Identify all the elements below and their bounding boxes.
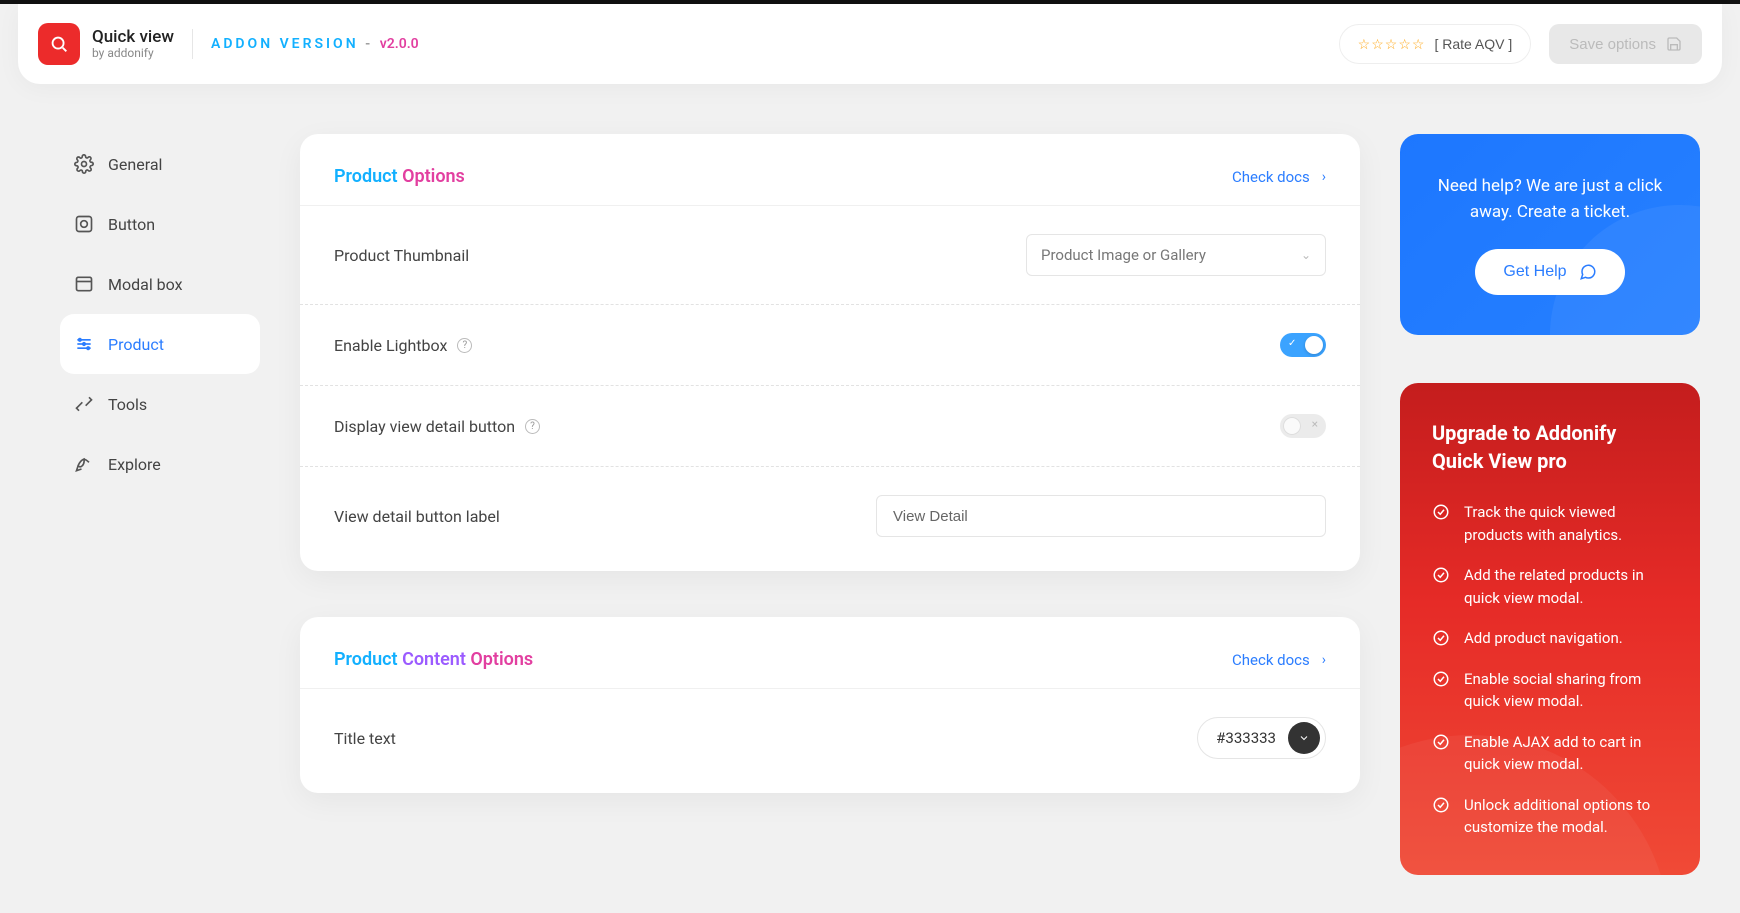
check-icon: [1432, 503, 1450, 521]
upgrade-card: Upgrade to Addonify Quick View pro Track…: [1400, 383, 1700, 875]
addon-version: ADDON VERSION - v2.0.0: [211, 36, 419, 52]
help-text: Need help? We are just a click away. Cre…: [1436, 174, 1664, 225]
chat-icon: [1579, 263, 1597, 281]
chevron-right-icon: ›: [1322, 169, 1326, 185]
title-color-picker[interactable]: #333333: [1197, 717, 1326, 759]
upgrade-item: Add the related products in quick view m…: [1432, 564, 1668, 609]
sidebar-item-button[interactable]: Button: [60, 194, 260, 254]
top-bar: Quick view by addonify ADDON VERSION - v…: [18, 4, 1722, 84]
detail-input-label: View detail button label: [334, 507, 500, 526]
get-help-button[interactable]: Get Help: [1475, 249, 1624, 295]
check-icon: [1432, 796, 1450, 814]
help-icon[interactable]: ?: [457, 338, 472, 353]
main-column: Product Options Check docs› Product Thum…: [300, 134, 1360, 793]
help-icon[interactable]: ?: [525, 419, 540, 434]
upgrade-list: Track the quick viewed products with ana…: [1432, 501, 1668, 839]
upgrade-item: Track the quick viewed products with ana…: [1432, 501, 1668, 546]
rate-button[interactable]: ☆☆☆☆☆ [ Rate AQV ]: [1339, 24, 1532, 64]
lightbox-toggle[interactable]: [1280, 333, 1326, 357]
sidebar-item-tools[interactable]: Tools: [60, 374, 260, 434]
stars-icon: ☆☆☆☆☆: [1358, 36, 1425, 53]
check-docs-link[interactable]: Check docs›: [1232, 168, 1326, 186]
sidebar-item-general[interactable]: General: [60, 134, 260, 194]
check-icon: [1432, 629, 1450, 647]
product-options-card: Product Options Check docs› Product Thum…: [300, 134, 1360, 571]
divider: [192, 29, 193, 59]
upgrade-item: Enable social sharing from quick view mo…: [1432, 668, 1668, 713]
brand-logo: [38, 23, 80, 65]
brand-subtitle: by addonify: [92, 46, 174, 60]
color-swatch: [1288, 722, 1320, 754]
section-title: Product Content Options: [334, 649, 533, 670]
check-icon: [1432, 670, 1450, 688]
sidebar-item-explore[interactable]: Explore: [60, 434, 260, 494]
brand-title: Quick view: [92, 28, 174, 47]
upgrade-item: Enable AJAX add to cart in quick view mo…: [1432, 731, 1668, 776]
chevron-down-icon: ⌄: [1301, 248, 1311, 262]
upgrade-title: Upgrade to Addonify Quick View pro: [1432, 419, 1668, 475]
chevron-right-icon: ›: [1322, 652, 1326, 668]
check-icon: [1432, 733, 1450, 751]
upgrade-item: Unlock additional options to customize t…: [1432, 794, 1668, 839]
thumbnail-select[interactable]: Product Image or Gallery ⌄: [1026, 234, 1326, 276]
section-title: Product Options: [334, 166, 465, 187]
check-icon: [1432, 566, 1450, 584]
brand: Quick view by addonify: [38, 23, 174, 65]
save-button[interactable]: Save options: [1549, 24, 1702, 64]
sidebar: General Button Modal box Product Tools E…: [60, 134, 260, 494]
upgrade-item: Add product navigation.: [1432, 627, 1668, 650]
sidebar-item-modal-box[interactable]: Modal box: [60, 254, 260, 314]
title-text-label: Title text: [334, 729, 396, 748]
check-docs-link[interactable]: Check docs›: [1232, 651, 1326, 669]
lightbox-label: Enable Lightbox ?: [334, 336, 472, 355]
thumbnail-label: Product Thumbnail: [334, 246, 469, 265]
detail-button-toggle[interactable]: [1280, 414, 1326, 438]
sidebar-item-product[interactable]: Product: [60, 314, 260, 374]
detail-button-label: Display view detail button ?: [334, 417, 540, 436]
detail-input[interactable]: [876, 495, 1326, 537]
help-card: Need help? We are just a click away. Cre…: [1400, 134, 1700, 335]
product-content-options-card: Product Content Options Check docs› Titl…: [300, 617, 1360, 793]
aside-column: Need help? We are just a click away. Cre…: [1400, 134, 1700, 875]
